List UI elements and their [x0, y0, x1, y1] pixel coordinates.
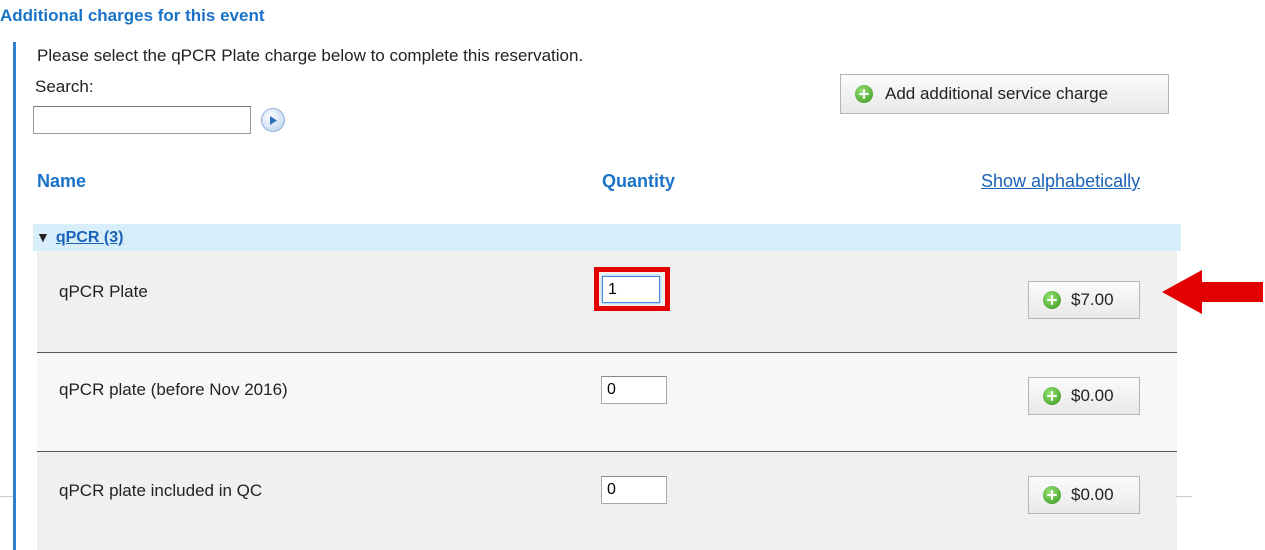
price-label: $0.00 — [1071, 386, 1114, 405]
search-label: Search: — [35, 77, 94, 96]
plus-circle-icon — [1043, 291, 1061, 309]
play-arrow-icon — [270, 116, 277, 125]
add-charge-price-button[interactable]: $0.00 — [1028, 476, 1140, 514]
charge-name: qPCR plate (before Nov 2016) — [59, 380, 288, 399]
column-header-name: Name — [37, 171, 87, 191]
instructions-text: Please select the qPCR Plate charge belo… — [37, 46, 584, 65]
charge-name: qPCR plate included in QC — [59, 481, 263, 500]
divider-line — [1176, 496, 1192, 497]
red-arrow-icon — [1162, 270, 1263, 314]
price-label: $0.00 — [1071, 485, 1114, 504]
plus-circle-icon — [1043, 486, 1061, 504]
triangle-down-icon: ▼ — [36, 229, 50, 245]
section-left-border — [13, 42, 16, 550]
charge-name: qPCR Plate — [59, 282, 148, 301]
group-label: qPCR (3) — [55, 229, 124, 246]
search-go-button[interactable] — [261, 108, 285, 132]
show-alphabetically-link[interactable]: Show alphabetically — [981, 171, 1140, 192]
quantity-input[interactable] — [602, 276, 660, 303]
row-divider — [37, 451, 1177, 452]
add-charge-price-button[interactable]: $7.00 — [1028, 281, 1140, 319]
quantity-input[interactable] — [601, 476, 667, 504]
row-divider — [37, 352, 1177, 353]
add-service-charge-label: Add additional service charge — [885, 84, 1109, 103]
column-header-quantity: Quantity — [602, 171, 676, 191]
section-title: Additional charges for this event — [0, 6, 265, 25]
search-input[interactable] — [33, 106, 251, 134]
price-label: $7.00 — [1071, 290, 1114, 309]
group-header-row — [33, 224, 1181, 251]
plus-circle-icon — [1043, 387, 1061, 405]
group-toggle-qpcr[interactable]: ▼ qPCR (3) — [36, 229, 123, 247]
add-charge-price-button[interactable]: $0.00 — [1028, 377, 1140, 415]
quantity-input[interactable] — [601, 376, 667, 404]
add-service-charge-button[interactable]: Add additional service charge — [840, 74, 1169, 114]
plus-circle-icon — [855, 85, 873, 103]
divider-line — [0, 496, 13, 497]
